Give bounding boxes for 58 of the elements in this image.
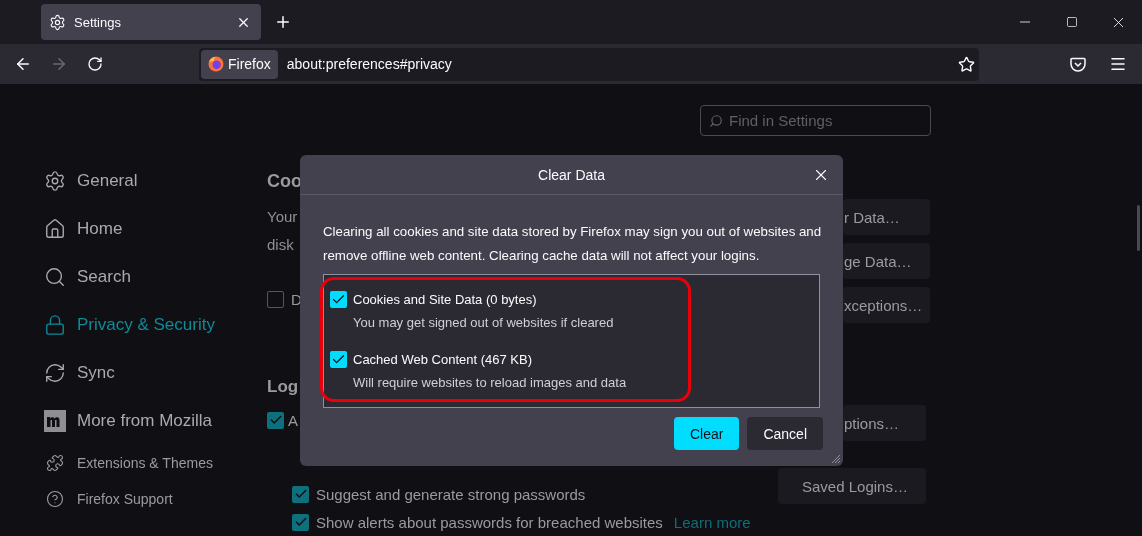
checkbox-label: Cached Web Content (467 KB) xyxy=(353,351,532,367)
gear-icon xyxy=(44,170,66,192)
settings-button[interactable]: ptions… xyxy=(843,405,926,441)
sidebar-item[interactable]: More from Mozilla xyxy=(44,397,267,445)
sidebar-link[interactable]: Extensions & Themes xyxy=(44,445,267,481)
search-icon xyxy=(709,113,723,128)
reload-icon[interactable] xyxy=(87,56,103,72)
section-text: disk xyxy=(267,235,294,255)
sidebar-item[interactable]: Search xyxy=(44,253,267,301)
checkbox[interactable] xyxy=(292,513,309,531)
mozilla-logo-icon xyxy=(44,410,66,432)
settings-icon xyxy=(49,13,66,31)
browser-tab[interactable]: Settings xyxy=(41,4,261,40)
bookmark-star-icon[interactable] xyxy=(958,55,975,73)
dialog-button[interactable]: Clear xyxy=(673,417,740,450)
sidebar-item[interactable]: Sync xyxy=(44,349,267,397)
settings-button[interactable]: ge Data… xyxy=(843,243,930,279)
option-description: Will require websites to reload images and data xyxy=(353,374,628,392)
checkbox-label: Cookies and Site Data (0 bytes) xyxy=(353,291,537,307)
sidebar-link[interactable]: Firefox Support xyxy=(44,481,267,517)
checkbox[interactable] xyxy=(330,350,347,368)
dialog-message: Clearing all cookies and site data stored by Firefox may sign you out of websites and remove offline web content. Clearing cache data will not affect your logins. xyxy=(323,223,823,265)
sidebar-item[interactable]: Privacy & Security xyxy=(44,301,267,349)
section-heading: Log xyxy=(267,376,299,398)
help-icon xyxy=(46,490,64,508)
sync-icon xyxy=(44,362,66,384)
checkbox[interactable] xyxy=(330,290,347,308)
checkbox[interactable] xyxy=(267,411,284,429)
checkbox[interactable] xyxy=(267,290,284,308)
url-text[interactable]: about:preferences#privacy xyxy=(286,56,958,72)
menu-icon[interactable] xyxy=(1109,55,1127,73)
search-icon xyxy=(44,266,66,288)
settings-button[interactable]: xceptions… xyxy=(843,287,930,323)
sidebar-item[interactable]: General xyxy=(44,157,267,205)
puzzle-icon xyxy=(46,454,64,472)
back-icon[interactable] xyxy=(14,55,32,73)
dialog-title: Clear Data xyxy=(538,166,605,183)
dialog-button[interactable]: Cancel xyxy=(747,417,823,450)
address-bar[interactable]: Firefox about:preferences#privacy xyxy=(199,47,979,81)
new-tab-icon[interactable] xyxy=(274,13,292,31)
checkbox-label: Suggest and generate strong passwords xyxy=(316,485,586,503)
resize-grip-icon[interactable] xyxy=(829,452,841,464)
sidebar-item[interactable]: Home xyxy=(44,205,267,253)
option-description: You may get signed out of websites if cleared xyxy=(353,314,615,332)
lock-icon xyxy=(44,314,66,336)
settings-button[interactable]: r Data… xyxy=(843,199,930,235)
identity-chip[interactable]: Firefox xyxy=(201,49,278,79)
home-icon xyxy=(44,218,66,240)
checkbox-label: Show alerts about passwords for breached websites xyxy=(316,513,663,531)
pocket-icon[interactable] xyxy=(1070,56,1086,72)
checkbox-label: A xyxy=(288,411,298,429)
settings-button[interactable]: Saved Logins… xyxy=(778,468,926,504)
section-heading: Coo xyxy=(267,170,302,192)
forward-icon[interactable] xyxy=(50,55,68,73)
firefox-logo-icon xyxy=(208,56,224,72)
checkbox[interactable] xyxy=(292,485,309,503)
maximize-icon[interactable] xyxy=(1065,16,1078,28)
section-text: Your xyxy=(267,207,298,227)
